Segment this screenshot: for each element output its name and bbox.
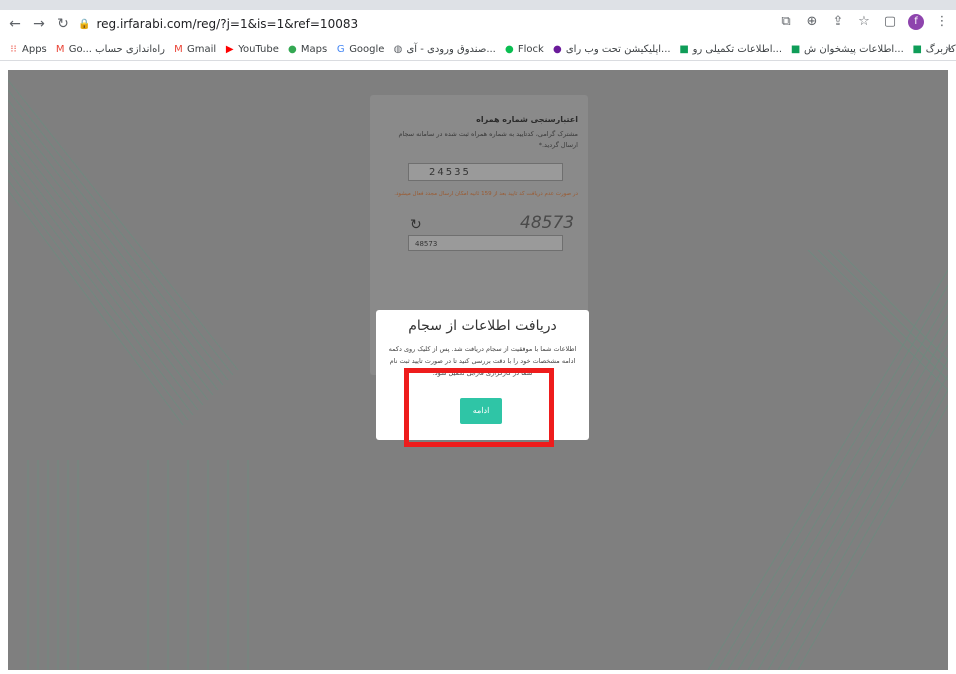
resend-warning-text: در صورت عدم دریافت کد تایید بعد از 159 ث… xyxy=(394,191,578,197)
google-icon: G xyxy=(336,43,345,55)
app-icon: ● xyxy=(552,43,562,55)
translate-icon[interactable]: ⧉ xyxy=(778,14,794,30)
gmail-icon: M xyxy=(174,43,183,55)
browser-tab-strip xyxy=(0,0,956,10)
share-icon[interactable]: ⇪ xyxy=(830,14,846,30)
bookmark-youtube[interactable]: ▶ YouTube xyxy=(224,44,279,55)
menu-kebab-icon[interactable]: ⋮ xyxy=(934,14,950,30)
profile-avatar[interactable]: f xyxy=(908,14,924,30)
bookmark-flock[interactable]: ● Flock xyxy=(504,44,544,55)
bookmarks-overflow-icon[interactable]: » xyxy=(945,42,952,55)
globe-icon: ◍ xyxy=(393,43,403,55)
modal-title: دریافت اطلاعات از سجام xyxy=(408,318,557,334)
bookmarks-bar: ⁝⁝ Apps M Go... راه‌اندازی حساب M Gmail … xyxy=(0,38,956,61)
address-bar[interactable]: 🔒 reg.irfarabi.com/reg/?j=1&is=1&ref=100… xyxy=(78,13,798,35)
toolbar-right-icons: ⧉ ⊕ ⇪ ☆ ▢ f ⋮ xyxy=(778,14,950,30)
url-text: reg.irfarabi.com/reg/?j=1&is=1&ref=10083 xyxy=(96,17,359,31)
lock-icon: 🔒 xyxy=(78,18,91,30)
doc-plus-icon: ■ xyxy=(912,43,922,55)
verification-code-input[interactable]: 24535 xyxy=(408,163,563,181)
doc-plus-icon: ■ xyxy=(790,43,801,55)
reload-icon[interactable]: ↻ xyxy=(54,15,72,33)
youtube-icon: ▶ xyxy=(225,43,234,55)
bookmark-gmail[interactable]: M Gmail xyxy=(173,44,216,55)
bookmark-google[interactable]: G Google xyxy=(335,43,385,55)
flock-icon: ● xyxy=(505,43,514,55)
star-icon[interactable]: ☆ xyxy=(856,14,872,30)
bookmark-maps[interactable]: ● Maps xyxy=(287,44,327,55)
zoom-icon[interactable]: ⊕ xyxy=(804,14,820,30)
card-description: مشترک گرامی، کدتایید به شماره همراه ثبت … xyxy=(398,130,578,149)
captcha-refresh-icon[interactable]: ↻ xyxy=(410,217,422,233)
forward-arrow-icon[interactable]: → xyxy=(30,15,48,33)
bookmark-apps[interactable]: ⁝⁝ Apps xyxy=(8,43,46,55)
card-title: اعتبارسنجی شماره همراه xyxy=(476,115,578,124)
side-panel-icon[interactable]: ▢ xyxy=(882,14,898,30)
bookmark-web-app[interactable]: ● اپلیکیشن تحت وب رای... xyxy=(552,44,671,55)
captcha-image: 48573 xyxy=(520,213,575,233)
captcha-input[interactable]: 48573 xyxy=(408,235,563,251)
apps-grid-icon: ⁝⁝ xyxy=(10,43,17,55)
doc-plus-icon: ■ xyxy=(679,43,689,55)
browser-toolbar: ← → ↻ 🔒 reg.irfarabi.com/reg/?j=1&is=1&r… xyxy=(0,10,956,38)
maps-pin-icon: ● xyxy=(287,43,297,55)
bookmark-inbox[interactable]: ◍ صندوق ورودی - آی... xyxy=(392,43,496,55)
back-arrow-icon[interactable]: ← xyxy=(6,15,24,33)
red-highlight-box xyxy=(404,368,554,447)
gmail-icon: M xyxy=(55,43,65,55)
bookmark-counter-info[interactable]: ■ اطلاعات پیشخوان ش... xyxy=(790,44,904,55)
bookmark-extra-info[interactable]: ■ اطلاعات تکمیلی رو... xyxy=(679,44,782,55)
bookmark-google-account[interactable]: M Go... راه‌اندازی حساب xyxy=(55,44,165,55)
